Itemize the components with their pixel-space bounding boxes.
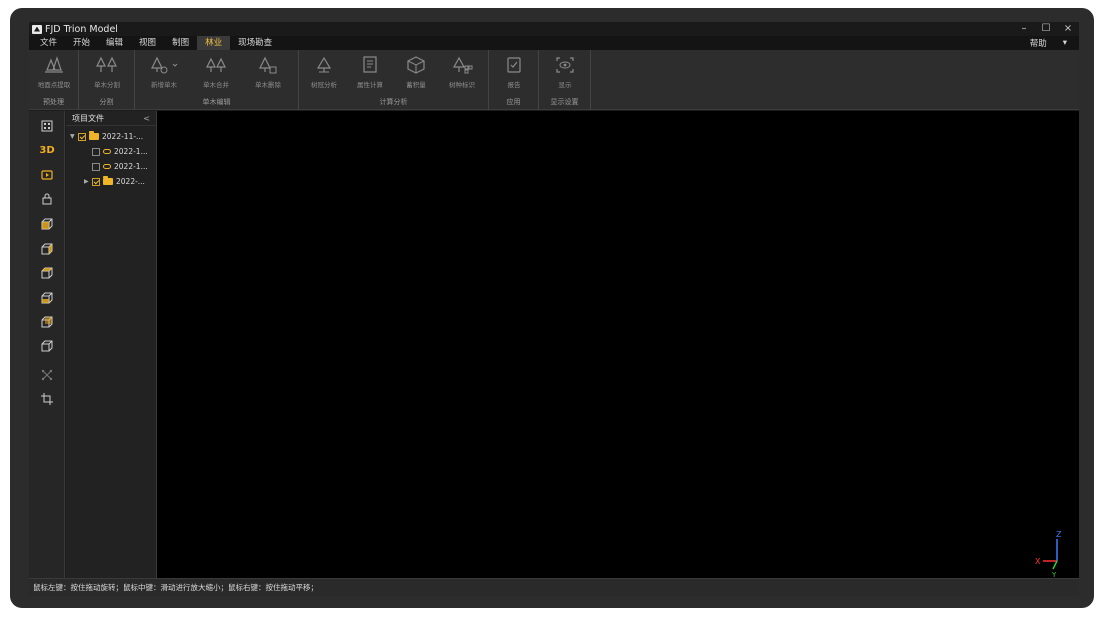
menu-start[interactable]: 开始 <box>65 36 98 50</box>
menu-file[interactable]: 文件 <box>32 36 65 50</box>
title-bar: FJD Trion Model – ☐ × <box>29 22 1079 36</box>
point-cloud-icon <box>103 164 111 169</box>
app-title: FJD Trion Model <box>45 23 118 35</box>
attribute-calc-button[interactable]: 属性计算 <box>349 54 391 94</box>
checkbox[interactable] <box>78 132 86 141</box>
ground-extract-button[interactable]: 地面点提取 <box>33 54 75 94</box>
menu-help[interactable]: 帮助 <box>1030 37 1047 49</box>
view-top-icon[interactable] <box>39 314 55 330</box>
menu-drawing[interactable]: 制图 <box>164 36 197 50</box>
left-toolbar: 3D <box>29 111 65 578</box>
close-button[interactable]: × <box>1057 22 1079 36</box>
folder-icon <box>89 131 99 140</box>
ground-extract-icon <box>45 56 63 73</box>
folder-icon <box>103 176 113 185</box>
volume-icon <box>407 56 425 74</box>
crop-icon[interactable] <box>39 391 55 407</box>
measure-icon[interactable] <box>39 367 55 383</box>
expand-arrow-icon[interactable]: ▼ <box>70 133 78 140</box>
tree-segment-icon <box>96 56 117 72</box>
display-button[interactable]: 显示 <box>544 54 586 94</box>
delete-tree-button[interactable]: 单木删除 <box>247 54 289 94</box>
volume-button[interactable]: 蓄积量 <box>395 54 437 94</box>
view-back-icon[interactable] <box>39 241 55 257</box>
menu-edit[interactable]: 编辑 <box>98 36 131 50</box>
grid-view-icon[interactable] <box>39 118 55 134</box>
collapse-panel-icon[interactable]: < <box>143 111 150 126</box>
ribbon-group-segment: 单木分割 分割 <box>79 50 135 110</box>
menu-right: 帮助 ▾ <box>1030 36 1067 50</box>
crown-analysis-icon <box>316 56 332 73</box>
checkbox[interactable] <box>92 162 100 171</box>
point-cloud-render: Z X Y <box>157 111 1079 578</box>
add-tree-icon <box>151 56 178 74</box>
tree-item-project-folder[interactable]: ▼ 2022-11-... <box>70 130 143 143</box>
tree-item-pointcloud-1[interactable]: 2022-1... <box>92 145 148 158</box>
point-cloud-icon <box>103 149 111 154</box>
report-button[interactable]: 报告 <box>493 54 535 94</box>
ribbon-group-apply: 报告 应用 <box>489 50 539 110</box>
ribbon-group-display: 显示 显示设置 <box>539 50 591 110</box>
menu-bar: 文件 开始 编辑 视图 制图 林业 现场勘查 帮助 ▾ <box>29 36 1079 50</box>
window-controls: – ☐ × <box>1013 22 1079 36</box>
ribbon-group-preprocess: 地面点提取 预处理 <box>29 50 79 110</box>
3d-mode-icon[interactable]: 3D <box>39 142 55 158</box>
report-icon <box>507 57 521 73</box>
3d-viewport[interactable]: Z X Y <box>157 111 1079 578</box>
delete-tree-icon <box>259 56 277 74</box>
crown-analysis-button[interactable]: 树冠分析 <box>303 54 345 94</box>
checkbox[interactable] <box>92 177 100 186</box>
chevron-down-icon[interactable]: ▾ <box>1063 38 1067 48</box>
view-right-icon[interactable] <box>39 290 55 306</box>
maximize-button[interactable]: ☐ <box>1035 22 1057 36</box>
merge-tree-button[interactable]: 单木合并 <box>195 54 237 94</box>
application-window: FJD Trion Model – ☐ × 文件 开始 编辑 视图 制图 林业 … <box>29 22 1079 596</box>
axis-gizmo: Z X Y <box>1035 530 1062 578</box>
merge-tree-icon <box>206 57 226 72</box>
lock-icon[interactable] <box>39 191 55 207</box>
view-bottom-icon[interactable] <box>39 338 55 354</box>
view-front-icon[interactable] <box>39 216 55 232</box>
species-label-button[interactable]: 树种标识 <box>441 54 483 94</box>
status-bar: 鼠标左键：按住拖动旋转；鼠标中键：滑动进行放大缩小；鼠标右键：按住拖动平移； <box>29 578 1079 596</box>
species-label-icon <box>452 56 473 74</box>
checkbox[interactable] <box>92 147 100 156</box>
display-icon <box>556 57 574 73</box>
view-left-icon[interactable] <box>39 265 55 281</box>
axis-x-label: X <box>1035 557 1041 566</box>
project-panel: 项目文件 < ▼ 2022-11-... 2022-1... 2022-1...… <box>66 111 157 578</box>
ribbon-group-tree-edit: 新增单木 单木合并 单木删除 单木编辑 <box>135 50 299 110</box>
project-panel-title: 项目文件 <box>72 114 104 123</box>
minimize-button[interactable]: – <box>1013 22 1035 36</box>
attribute-calc-icon <box>363 56 377 73</box>
menu-site-survey[interactable]: 现场勘查 <box>230 36 280 50</box>
tree-item-subfolder[interactable]: ▶ 2022-... <box>84 175 145 188</box>
camera-view-icon[interactable] <box>39 167 55 183</box>
axis-y-label: Y <box>1051 571 1057 578</box>
screenshot-frame: FJD Trion Model – ☐ × 文件 开始 编辑 视图 制图 林业 … <box>10 8 1094 608</box>
axis-z-label: Z <box>1056 530 1062 539</box>
menu-forestry[interactable]: 林业 <box>197 36 231 50</box>
tree-item-pointcloud-2[interactable]: 2022-1... <box>92 160 148 173</box>
ribbon-group-analysis: 树冠分析 属性计算 蓄积量 树种标识 计算分析 <box>299 50 489 110</box>
app-logo-icon <box>32 24 42 34</box>
menu-view[interactable]: 视图 <box>131 36 164 50</box>
ribbon-toolbar: 地面点提取 预处理 单木分割 分割 新增单木 单木合并 单木删除 单木编辑 树冠… <box>29 50 1079 110</box>
project-panel-header: 项目文件 < <box>66 111 156 126</box>
tree-segment-button[interactable]: 单木分割 <box>86 54 128 94</box>
expand-arrow-icon[interactable]: ▶ <box>84 178 92 185</box>
add-tree-button[interactable]: 新增单木 <box>143 54 185 94</box>
